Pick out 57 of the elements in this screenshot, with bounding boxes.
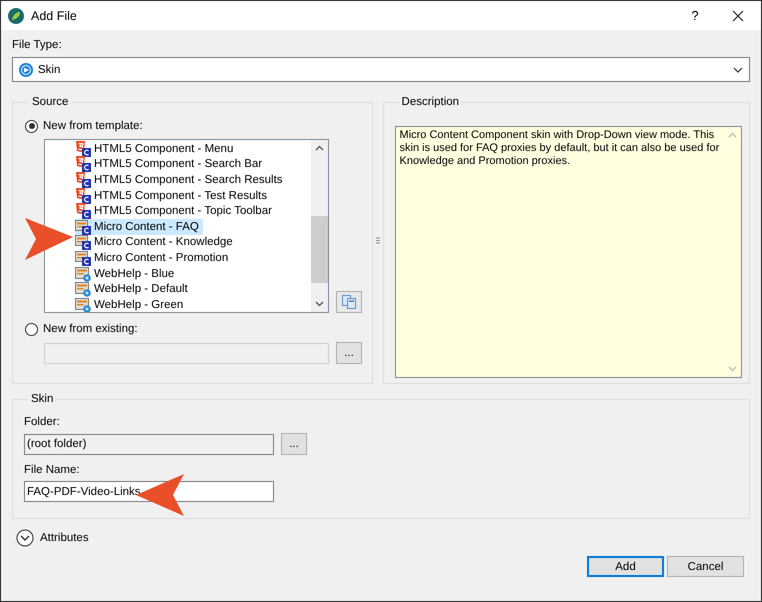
template-item[interactable]: HTML5 Component - Search Results (75, 172, 287, 188)
scroll-down-icon[interactable] (315, 301, 324, 307)
template-item[interactable]: Micro Content - Knowledge (75, 234, 237, 250)
template-item[interactable]: Micro Content - FAQ (75, 218, 203, 235)
description-text: Micro Content Component skin with Drop-Down view mode. This skin is used for FAQ proxies by default, but it can also be used for Knowledge and Promotion proxies. (398, 128, 720, 169)
splitter-grip-icon[interactable] (376, 236, 380, 244)
cancel-button[interactable]: Cancel (667, 556, 744, 577)
html5-component-icon (75, 156, 91, 172)
template-item[interactable]: HTML5 Component - Topic Toolbar (75, 203, 276, 219)
template-item[interactable]: HTML5 Component - Search Bar (75, 156, 266, 172)
help-button[interactable]: ? (680, 8, 710, 23)
html5-component-icon (75, 140, 91, 157)
folder-field: (root folder) (24, 434, 274, 455)
template-item[interactable]: WebHelp - Green (75, 296, 188, 312)
scroll-up-icon (728, 132, 737, 138)
template-item[interactable]: Micro Content - Promotion (75, 250, 232, 266)
attributes-toggle[interactable]: Attributes (16, 528, 89, 548)
html5-component-icon (75, 203, 91, 220)
browse-button[interactable]: ... (336, 342, 362, 364)
group-title: Description (400, 96, 460, 108)
group-title: Source (31, 96, 70, 108)
template-item[interactable]: WebHelp - Default (75, 281, 192, 297)
webhelp-skin-icon (75, 296, 91, 312)
callout-arrow (25, 218, 73, 260)
micro-content-icon (75, 250, 91, 266)
add-button[interactable]: Add (587, 556, 664, 577)
template-list[interactable] (44, 139, 329, 313)
field-label: File Name: (24, 464, 81, 478)
radio-button[interactable] (25, 322, 38, 336)
field-label: Folder: (24, 416, 61, 430)
micro-content-icon (75, 218, 91, 235)
close-icon[interactable] (732, 10, 744, 22)
template-item[interactable]: HTML5 Component - Test Results (75, 188, 271, 204)
globe-icon (18, 62, 34, 78)
html5-component-icon (75, 172, 91, 188)
copy-icon (341, 294, 357, 310)
window-title: Add File (31, 8, 77, 22)
chevron-down-icon (733, 66, 743, 72)
html5-component-icon (75, 188, 91, 204)
webhelp-skin-icon (75, 266, 91, 282)
micro-content-icon (75, 234, 91, 250)
app-logo-icon (8, 8, 24, 24)
field-label: File Type: (12, 39, 63, 53)
radio-option[interactable]: New from template: (25, 118, 372, 134)
expand-icon (16, 529, 34, 547)
browse-button[interactable]: ... (281, 433, 307, 455)
file-type-dropdown[interactable]: Skin (12, 57, 750, 82)
copy-button[interactable] (336, 291, 362, 313)
scrollbar[interactable] (311, 140, 328, 312)
template-item[interactable]: HTML5 Component - Menu (75, 141, 238, 157)
radio-button[interactable] (25, 120, 38, 132)
radio-option[interactable]: New from existing: (25, 321, 372, 337)
scroll-up-icon[interactable] (315, 145, 324, 151)
group-title: Skin (30, 393, 54, 405)
template-item[interactable]: WebHelp - Blue (75, 266, 178, 282)
scroll-down-icon (728, 366, 737, 372)
webhelp-skin-icon (75, 281, 91, 298)
